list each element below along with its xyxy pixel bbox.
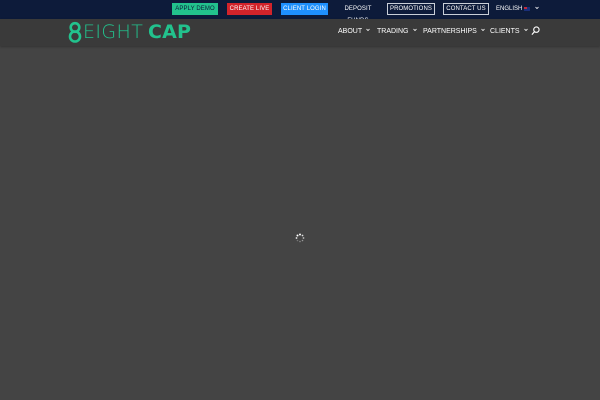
top-bar: APPLY DEMO CREATE LIVE CLIENT LOGIN DEPO… xyxy=(0,0,600,24)
eightcap-logo[interactable]: EIGHT CAP xyxy=(66,19,201,45)
nav-item-label: PARTNERSHIPS xyxy=(423,28,477,35)
deposit-funds-link[interactable]: DEPOSIT FUNDS xyxy=(335,3,381,24)
apply-demo-button[interactable]: APPLY DEMO xyxy=(172,3,218,15)
promotions-button[interactable]: PROMOTIONS xyxy=(387,3,435,15)
nav-item-label: ABOUT xyxy=(338,28,363,35)
nav-item-label: TRADING xyxy=(377,28,409,35)
chevron-down-icon[interactable] xyxy=(535,6,539,10)
nav-item-trading[interactable]: TRADING xyxy=(377,26,417,38)
logo-text-eight: EIGHT xyxy=(83,21,144,43)
nav-item-about[interactable]: ABOUT xyxy=(338,26,370,38)
chevron-down-icon xyxy=(366,28,370,32)
nav-item-partnerships[interactable]: PARTNERSHIPS xyxy=(423,26,485,38)
contact-us-button[interactable]: CONTACT US xyxy=(443,3,489,15)
australia-flag-icon xyxy=(524,7,530,11)
create-live-button[interactable]: CREATE LIVE xyxy=(227,3,272,15)
client-login-button[interactable]: CLIENT LOGIN xyxy=(281,3,328,15)
chevron-down-icon xyxy=(412,28,417,32)
nav-item-label: CLIENTS xyxy=(490,28,520,35)
logo-text-cap: CAP xyxy=(148,21,192,43)
language-selector[interactable]: ENGLISH xyxy=(496,3,522,15)
chevron-down-icon xyxy=(523,28,528,32)
chevron-down-icon xyxy=(481,28,485,32)
loading-spinner-icon xyxy=(295,233,305,243)
nav-item-clients[interactable]: CLIENTS xyxy=(490,26,528,38)
search-icon[interactable] xyxy=(531,26,540,36)
